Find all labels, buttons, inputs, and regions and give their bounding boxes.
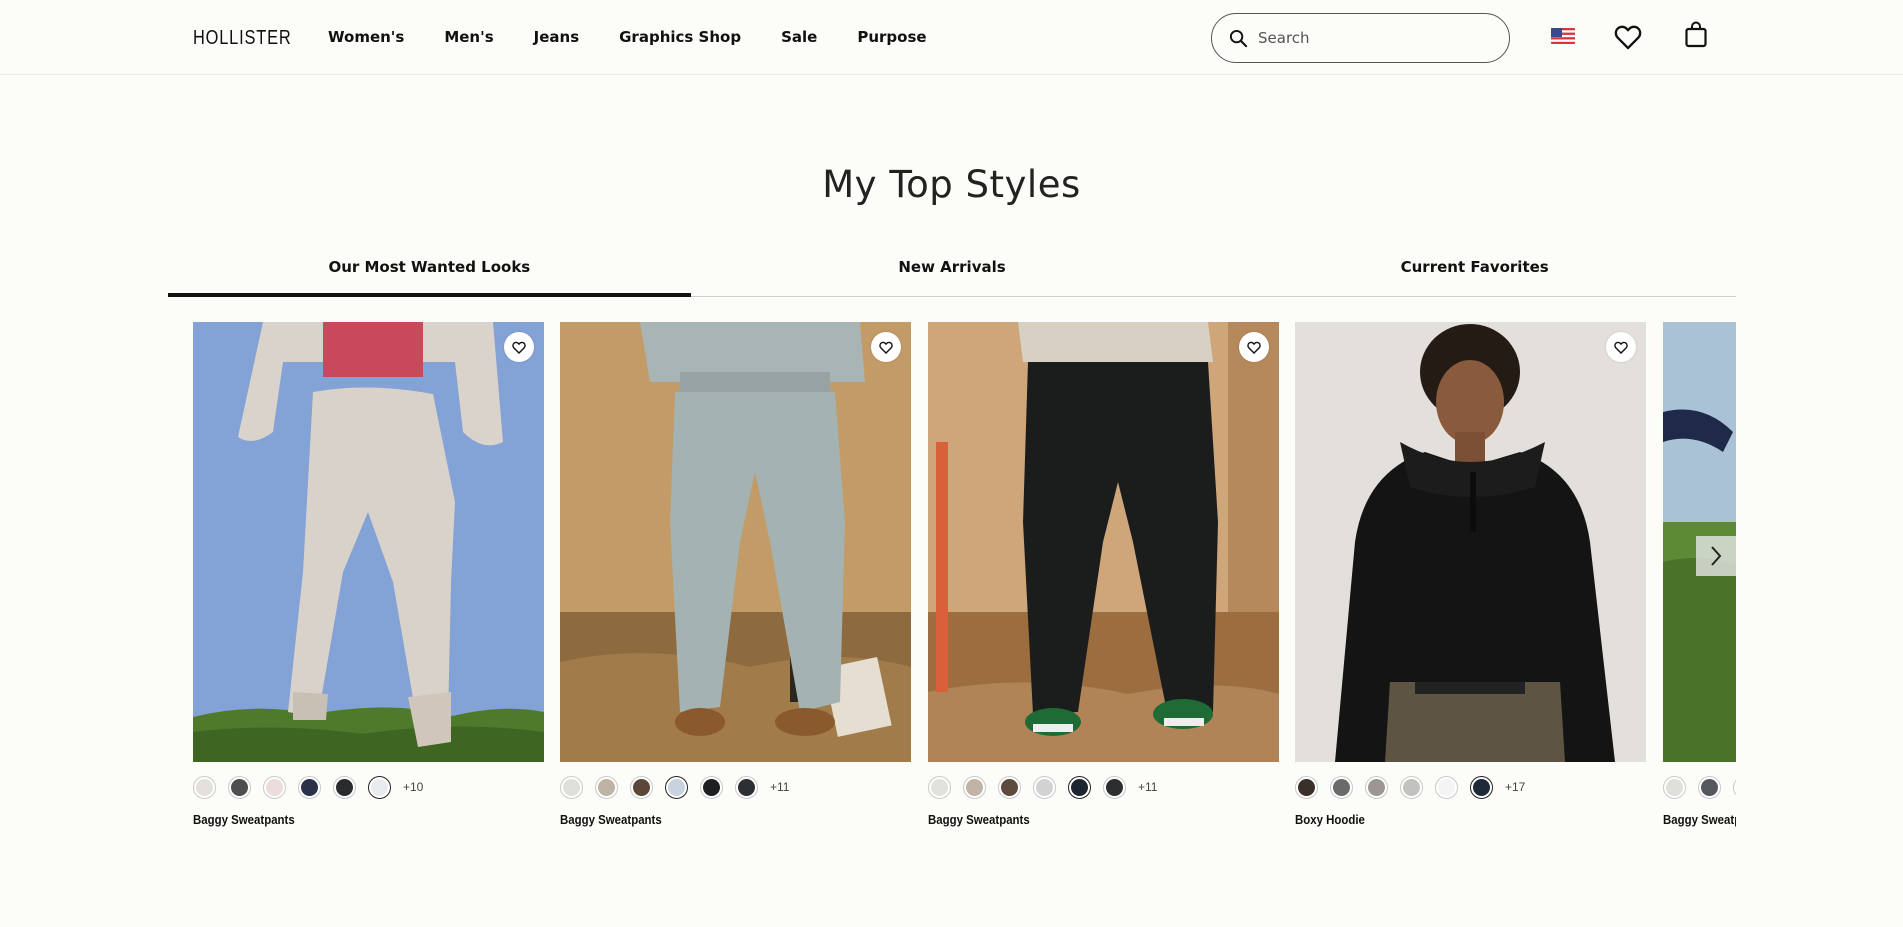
more-colors-count[interactable]: +11: [770, 780, 789, 794]
color-swatch[interactable]: [1103, 775, 1126, 799]
more-colors-count[interactable]: +11: [1138, 780, 1157, 794]
hollister-logo[interactable]: HOLLISTER: [193, 27, 292, 50]
color-swatch[interactable]: [1033, 775, 1056, 799]
color-swatch[interactable]: [998, 775, 1021, 799]
color-swatch[interactable]: [700, 775, 723, 799]
product-name[interactable]: Boxy Hoodie: [1295, 812, 1604, 827]
color-swatch[interactable]: [1470, 775, 1493, 799]
color-swatch[interactable]: [1698, 775, 1721, 799]
color-swatch[interactable]: [963, 775, 986, 799]
nav-graphics-shop[interactable]: Graphics Shop: [619, 28, 741, 46]
wishlist-heart-icon[interactable]: [1614, 24, 1642, 54]
product-image[interactable]: [560, 322, 911, 762]
add-to-wishlist-heart-icon[interactable]: [871, 332, 901, 362]
product-image[interactable]: [928, 322, 1279, 762]
color-swatch[interactable]: [1400, 775, 1423, 799]
color-swatch[interactable]: [1365, 775, 1388, 799]
section-title: My Top Styles: [822, 163, 1081, 206]
more-colors-count[interactable]: +17: [1505, 780, 1525, 794]
color-swatch[interactable]: [1733, 775, 1736, 799]
color-swatch[interactable]: [928, 775, 951, 799]
tab-most-wanted[interactable]: Our Most Wanted Looks: [168, 250, 691, 297]
color-swatch[interactable]: [1068, 775, 1091, 799]
nav-sale[interactable]: Sale: [781, 28, 817, 46]
add-to-wishlist-heart-icon[interactable]: [1239, 332, 1269, 362]
search-icon: [1229, 29, 1248, 47]
nav-mens[interactable]: Men's: [444, 28, 493, 46]
tab-new-arrivals[interactable]: New Arrivals: [691, 250, 1214, 296]
product-name[interactable]: Baggy Sweatpants: [560, 812, 869, 827]
style-tabs: Our Most Wanted Looks New Arrivals Curre…: [168, 250, 1736, 297]
nav-jeans[interactable]: Jeans: [534, 28, 579, 46]
product-carousel: +10 Baggy Sweatpants +11 Baggy Sweatpant…: [193, 322, 1736, 832]
product-card[interactable]: +10 Baggy Sweatpants: [193, 322, 544, 827]
color-swatches: +11: [560, 774, 911, 800]
color-swatch[interactable]: [333, 775, 356, 799]
color-swatch[interactable]: [193, 775, 216, 799]
add-to-wishlist-heart-icon[interactable]: [1606, 332, 1636, 362]
search-input[interactable]: [1258, 29, 1478, 47]
color-swatches: +11: [928, 774, 1279, 800]
shopping-bag-icon[interactable]: [1685, 21, 1707, 52]
nav-womens[interactable]: Women's: [328, 28, 404, 46]
color-swatch[interactable]: [595, 775, 618, 799]
color-swatches: +17: [1295, 774, 1646, 800]
color-swatch[interactable]: [665, 775, 688, 799]
more-colors-count[interactable]: +10: [403, 780, 423, 794]
search-box[interactable]: [1211, 13, 1510, 63]
tab-current-favorites[interactable]: Current Favorites: [1213, 250, 1736, 296]
color-swatch[interactable]: [1435, 775, 1458, 799]
product-card[interactable]: +17 Boxy Hoodie: [1295, 322, 1646, 827]
color-swatch[interactable]: [263, 775, 286, 799]
main-nav: Women's Men's Jeans Graphics Shop Sale P…: [328, 28, 967, 46]
product-card[interactable]: +11 Baggy Sweatpants: [928, 322, 1279, 827]
color-swatch[interactable]: [735, 775, 758, 799]
product-card[interactable]: +11 Baggy Sweatpants: [560, 322, 911, 827]
color-swatch[interactable]: [1330, 775, 1353, 799]
color-swatch[interactable]: [368, 775, 391, 799]
color-swatch[interactable]: [298, 775, 321, 799]
nav-purpose[interactable]: Purpose: [857, 28, 926, 46]
site-header: HOLLISTER Women's Men's Jeans Graphics S…: [0, 0, 1903, 75]
us-flag-icon[interactable]: [1551, 28, 1575, 44]
product-image[interactable]: [193, 322, 544, 762]
product-image[interactable]: [1295, 322, 1646, 762]
color-swatches: [1663, 774, 1736, 800]
add-to-wishlist-heart-icon[interactable]: [504, 332, 534, 362]
color-swatches: +10: [193, 774, 544, 800]
product-name[interactable]: Baggy Sweatpants: [193, 812, 502, 827]
color-swatch[interactable]: [1663, 775, 1686, 799]
product-name[interactable]: Baggy Sweatpants: [928, 812, 1237, 827]
color-swatch[interactable]: [228, 775, 251, 799]
product-name[interactable]: Baggy Sweatpants: [1663, 812, 1736, 827]
color-swatch[interactable]: [560, 775, 583, 799]
color-swatch[interactable]: [630, 775, 653, 799]
carousel-next-arrow-icon[interactable]: [1696, 536, 1736, 576]
color-swatch[interactable]: [1295, 775, 1318, 799]
